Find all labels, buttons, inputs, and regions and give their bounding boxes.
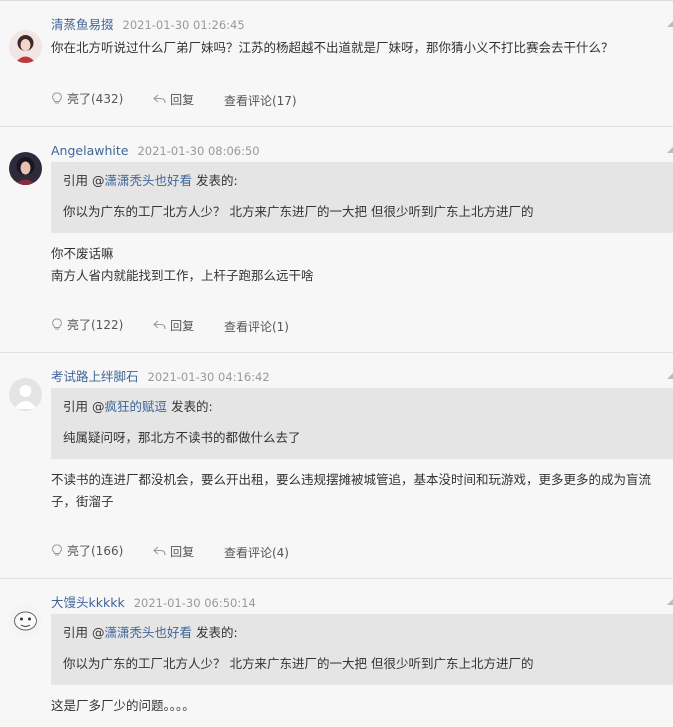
comment-item: 考试路上绊脚石 2021-01-30 04:16:42 引用 @疯狂的赋逗 发表的…	[0, 353, 673, 579]
light-bulb-icon	[52, 318, 62, 330]
reply-button[interactable]: 回复	[153, 317, 194, 334]
timestamp: 2021-01-30 04:16:42	[147, 370, 270, 384]
comment-header: Angelawhite 2021-01-30 08:06:50	[51, 140, 260, 158]
avatar[interactable]	[9, 604, 42, 637]
username[interactable]: 考试路上绊脚石	[51, 369, 139, 384]
view-comments-button[interactable]: 查看评论(1)	[224, 318, 289, 335]
quote-prefix: 引用 @	[63, 173, 105, 188]
like-count: 亮了(166)	[67, 544, 124, 558]
comment-actions: 亮了(166) 回复 查看评论(4)	[51, 542, 315, 561]
like-count: 亮了(432)	[67, 92, 124, 106]
default-user-icon	[9, 378, 42, 411]
like-count: 亮了(122)	[67, 318, 124, 332]
light-bulb-icon	[52, 544, 62, 556]
quote-text: 你以为广东的工厂北方人少？ 北方来广东进厂的一大把 但很少听到广东上北方进厂的	[63, 204, 534, 219]
corner-triangle-icon	[667, 599, 673, 605]
comment-body: 不读书的连进厂都没机会，要么开出租，要么违规摆摊被城管追，基本没时间和玩游戏，更…	[51, 469, 663, 513]
username[interactable]: Angelawhite	[51, 143, 128, 158]
quote-block: 引用 @潇潇秃头也好看 发表的: 你以为广东的工厂北方人少？ 北方来广东进厂的一…	[51, 162, 673, 233]
timestamp: 2021-01-30 08:06:50	[137, 144, 260, 158]
quote-block: 引用 @疯狂的赋逗 发表的: 纯属疑问呀，那北方不读书的都做什么去了	[51, 388, 673, 459]
reply-arrow-icon	[153, 546, 166, 556]
quote-prefix: 引用 @	[63, 625, 105, 640]
avatar[interactable]	[9, 378, 42, 411]
comment-header: 大馒头kkkkk 2021-01-30 06:50:14	[51, 592, 256, 610]
view-comments-label: 查看评论(17)	[223, 94, 297, 108]
corner-triangle-icon	[667, 373, 673, 379]
reply-arrow-icon	[153, 320, 166, 330]
comment-header: 考试路上绊脚石 2021-01-30 04:16:42	[51, 366, 270, 384]
comment-body: 你在北方听说过什么厂弟厂妹吗？江苏的杨超越不出道就是厂妹呀，那你猜小义不打比赛会…	[51, 37, 663, 59]
quote-suffix: 发表的:	[192, 625, 238, 640]
reply-label: 回复	[170, 318, 195, 333]
quote-header: 引用 @潇潇秃头也好看 发表的:	[63, 622, 238, 641]
timestamp: 2021-01-30 01:26:45	[122, 18, 245, 32]
quote-suffix: 发表的:	[192, 173, 238, 188]
like-button[interactable]: 亮了(166)	[51, 542, 123, 559]
quote-text: 纯属疑问呀，那北方不读书的都做什么去了	[63, 430, 301, 445]
comment-text-line: 不读书的连进厂都没机会，要么开出租，要么违规摆摊被城管追，基本没时间和玩游戏，更…	[51, 472, 652, 509]
corner-triangle-icon	[667, 147, 673, 153]
reply-button[interactable]: 回复	[153, 543, 194, 560]
reply-arrow-icon	[153, 94, 166, 104]
comment-actions: 亮了(122) 回复 查看评论(1)	[51, 316, 315, 335]
avatar[interactable]	[9, 30, 42, 63]
comment-text-line: 你不废话嘛	[51, 246, 114, 261]
comment-item: 清蒸鱼易掇 2021-01-30 01:26:45 你在北方听说过什么厂弟厂妹吗？…	[0, 1, 673, 127]
like-button[interactable]: 亮了(122)	[51, 316, 123, 333]
quote-header: 引用 @潇潇秃头也好看 发表的:	[63, 170, 238, 189]
quote-text: 你以为广东的工厂北方人少？ 北方来广东进厂的一大把 但很少听到广东上北方进厂的	[63, 656, 534, 671]
comment-actions: 亮了(432) 回复 查看评论(17)	[51, 90, 323, 109]
quote-prefix: 引用 @	[63, 399, 105, 414]
comment-item: Angelawhite 2021-01-30 08:06:50 引用 @潇潇秃头也…	[0, 127, 673, 353]
comment-text-line: 你在北方听说过什么厂弟厂妹吗？江苏的杨超越不出道就是厂妹呀，那你猜小义不打比赛会…	[51, 40, 614, 55]
comment-body: 你不废话嘛 南方人省内就能找到工作，上杆子跑那么远干啥	[51, 243, 663, 287]
quote-header: 引用 @疯狂的赋逗 发表的:	[63, 396, 213, 415]
username[interactable]: 大馒头kkkkk	[51, 595, 125, 610]
view-comments-button[interactable]: 查看评论(17)	[224, 92, 297, 109]
quoted-user-link[interactable]: 潇潇秃头也好看	[104, 173, 192, 188]
reply-button[interactable]: 回复	[153, 91, 194, 108]
view-comments-label: 查看评论(1)	[223, 320, 289, 334]
corner-triangle-icon	[667, 21, 673, 27]
reply-label: 回复	[170, 544, 195, 559]
like-button[interactable]: 亮了(432)	[51, 90, 123, 107]
comment-item: 大馒头kkkkk 2021-01-30 06:50:14 引用 @潇潇秃头也好看 …	[0, 579, 673, 727]
username[interactable]: 清蒸鱼易掇	[51, 17, 114, 32]
view-comments-button[interactable]: 查看评论(4)	[224, 544, 289, 561]
view-comments-label: 查看评论(4)	[223, 546, 289, 560]
timestamp: 2021-01-30 06:50:14	[133, 596, 256, 610]
quote-block: 引用 @潇潇秃头也好看 发表的: 你以为广东的工厂北方人少？ 北方来广东进厂的一…	[51, 614, 673, 685]
comment-body: 这是厂多厂少的问题。。。。	[51, 695, 663, 717]
comment-text-line: 南方人省内就能找到工作，上杆子跑那么远干啥	[51, 268, 314, 283]
quote-suffix: 发表的:	[167, 399, 213, 414]
light-bulb-icon	[52, 92, 62, 104]
quoted-user-link[interactable]: 潇潇秃头也好看	[104, 625, 192, 640]
quoted-user-link[interactable]: 疯狂的赋逗	[104, 399, 167, 414]
avatar[interactable]	[9, 152, 42, 185]
comment-list: 清蒸鱼易掇 2021-01-30 01:26:45 你在北方听说过什么厂弟厂妹吗？…	[0, 0, 673, 727]
reply-label: 回复	[170, 92, 195, 107]
comment-header: 清蒸鱼易掇 2021-01-30 01:26:45	[51, 14, 245, 32]
comment-text-line: 这是厂多厂少的问题。。。。	[51, 698, 195, 713]
